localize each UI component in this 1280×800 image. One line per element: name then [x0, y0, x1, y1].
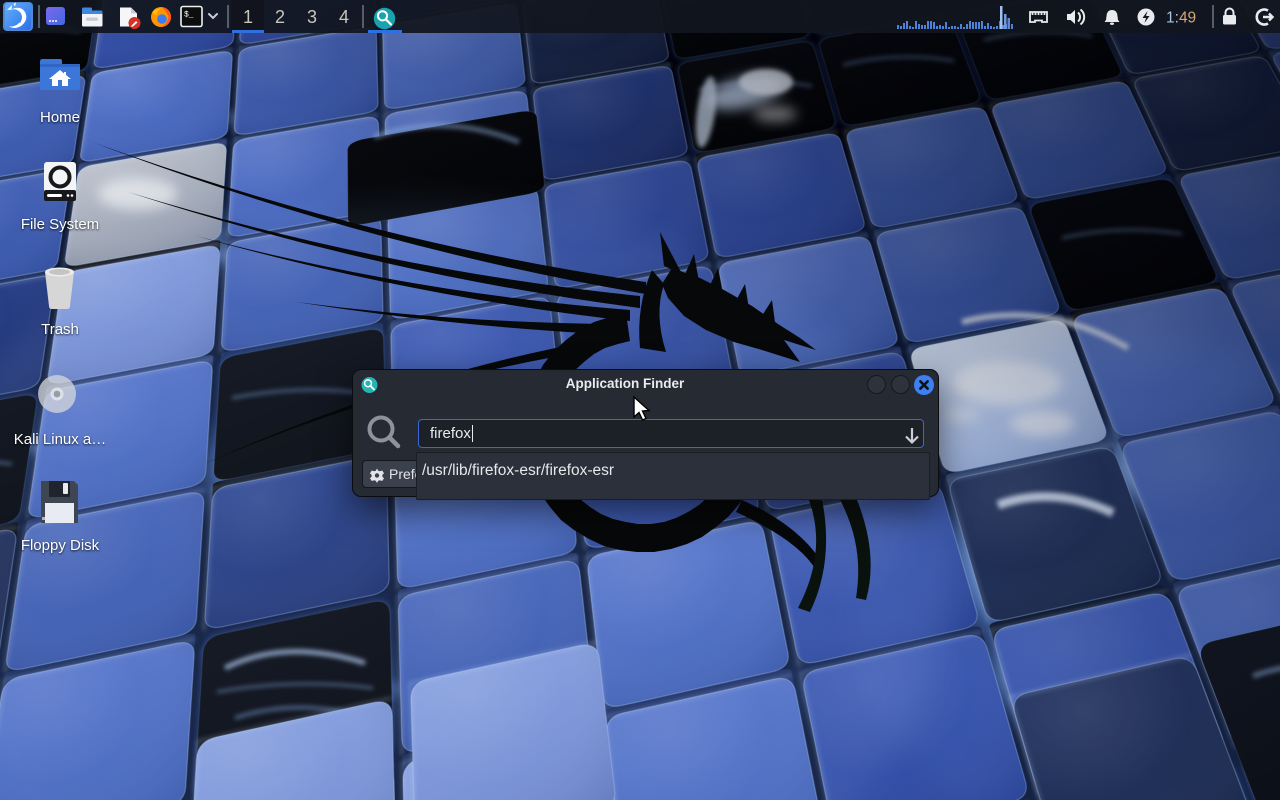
svg-text:1:49: 1:49: [1166, 10, 1196, 27]
svg-text:$_: $_: [184, 11, 194, 20]
